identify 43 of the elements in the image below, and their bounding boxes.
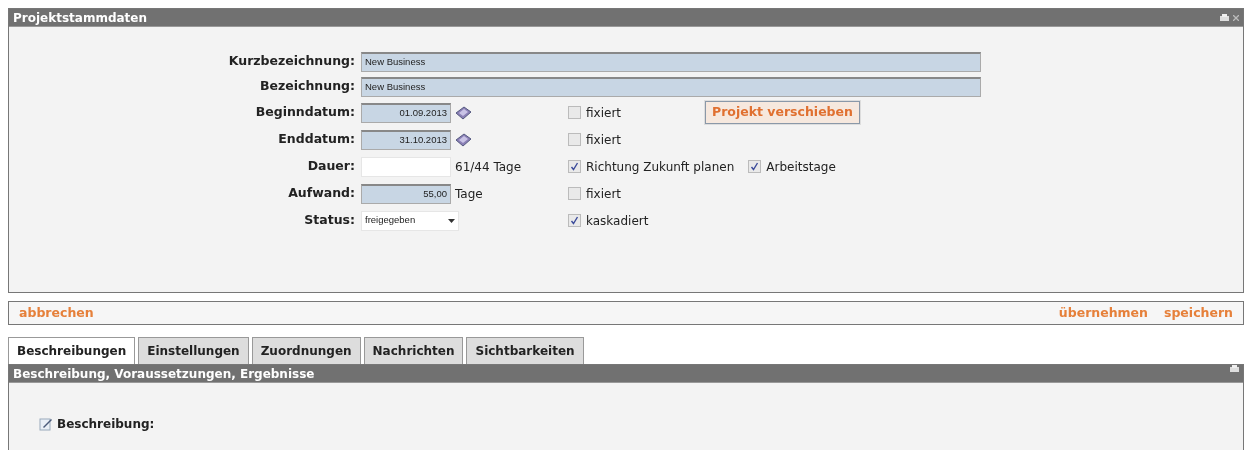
text-field[interactable]: New Business <box>361 76 981 97</box>
tab[interactable]: Zuordnungen <box>251 337 361 364</box>
tab[interactable]: Beschreibungen <box>8 337 136 364</box>
close-icon[interactable] <box>1233 14 1239 21</box>
tab[interactable]: Nachrichten <box>363 337 464 364</box>
unit-label: Tage <box>455 185 483 203</box>
field-label: Dauer: <box>306 157 356 176</box>
field-label: Aufwand: <box>287 184 356 203</box>
checkbox[interactable] <box>568 214 581 227</box>
calendar-icon[interactable] <box>455 132 472 147</box>
date-field[interactable]: 31.10.2013 <box>361 129 451 150</box>
caret-icon <box>448 218 455 223</box>
checkbox-label: fixiert <box>586 131 621 149</box>
field-label: Kurzbezeichnung: <box>227 52 356 71</box>
checkbox[interactable] <box>748 160 762 173</box>
checkbox-label: kaskadiert <box>586 212 649 230</box>
unit-label: 61/44 Tage <box>455 158 522 176</box>
pencil-icon <box>39 417 53 431</box>
calendar-icon[interactable] <box>455 105 472 120</box>
field-label: Beginndatum: <box>254 103 356 122</box>
field-label: Bezeichnung: <box>259 77 356 96</box>
checkbox-label: fixiert <box>586 104 621 122</box>
checkbox-label: fixiert <box>586 185 621 203</box>
text-field[interactable]: New Business <box>361 51 981 72</box>
field-label: Beschreibung: <box>57 416 155 433</box>
checkbox-label: Arbeitstage <box>766 158 836 176</box>
checkbox[interactable] <box>568 160 581 173</box>
number-field[interactable] <box>361 156 451 177</box>
tab[interactable]: Einstellungen <box>138 337 249 364</box>
checkbox[interactable] <box>568 133 581 146</box>
date-field[interactable]: 01.09.2013 <box>361 102 451 123</box>
number-field[interactable]: 55,00 <box>361 183 451 204</box>
field-label: Enddatum: <box>277 130 356 149</box>
checkbox[interactable] <box>568 187 581 200</box>
status-dropdown[interactable]: freigegeben <box>361 210 459 231</box>
checkbox-label: Richtung Zukunft planen <box>586 158 735 176</box>
tab[interactable]: Sichtbarkeiten <box>466 337 584 364</box>
print-icon[interactable] <box>1220 13 1229 22</box>
print-icon[interactable] <box>1230 365 1239 373</box>
field-label: Status: <box>303 211 356 230</box>
section-title: Beschreibung, Voraussetzungen, Ergebnisse <box>13 366 315 382</box>
checkbox[interactable] <box>568 106 581 119</box>
panel-title: Projektstammdaten <box>13 10 147 26</box>
